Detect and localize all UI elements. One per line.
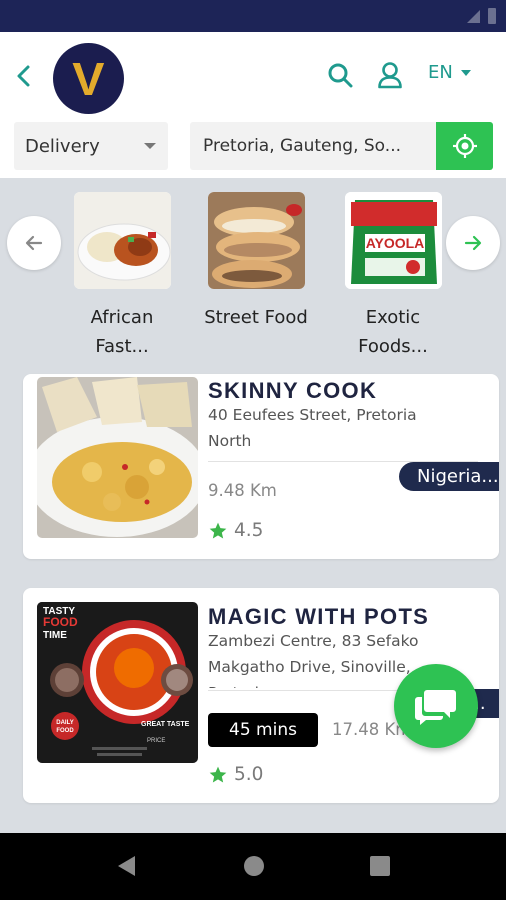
- restaurant-address: 40 Eeufees Street, Pretoria North: [208, 406, 417, 450]
- app-logo: V: [53, 43, 124, 114]
- svg-text:FOOD: FOOD: [56, 728, 74, 734]
- restaurant-image: TASTY FOOD TIME DAILY FOOD GREAT TASTE P…: [37, 602, 198, 763]
- caret-down-icon: [460, 69, 471, 76]
- package-brand: AYOOLA: [365, 235, 424, 251]
- nav-recents-button[interactable]: [367, 853, 393, 879]
- nav-home-icon: [244, 856, 264, 876]
- svg-text:TIME: TIME: [43, 630, 67, 641]
- svg-text:GREAT TASTE: GREAT TASTE: [141, 721, 190, 728]
- category-label: Street Food: [204, 307, 308, 328]
- system-nav-bar: [0, 833, 506, 900]
- battery-icon: [488, 8, 496, 24]
- order-mode-value: Delivery: [25, 135, 100, 157]
- search-button[interactable]: [325, 60, 355, 90]
- location-value: Pretoria, Gauteng, So...: [203, 136, 401, 156]
- svg-text:DAILY: DAILY: [56, 720, 73, 726]
- back-arrow-icon: [17, 65, 30, 87]
- arrow-left-icon: [25, 235, 43, 251]
- svg-text:FOOD: FOOD: [43, 615, 78, 629]
- restaurant-card[interactable]: SKINNY COOK 40 Eeufees Street, Pretoria …: [23, 374, 499, 559]
- svg-text:PRICE: PRICE: [147, 738, 165, 744]
- language-selector[interactable]: EN: [428, 62, 471, 83]
- profile-button[interactable]: [375, 60, 405, 90]
- category-image: [207, 192, 305, 289]
- status-bar: [0, 0, 506, 32]
- order-mode-select[interactable]: Delivery: [14, 122, 168, 170]
- chat-button[interactable]: [394, 664, 478, 748]
- location-target-icon: [452, 134, 477, 158]
- arrow-right-icon: [464, 235, 482, 251]
- signal-icon: [467, 10, 480, 23]
- top-panel: V EN Delivery Pretoria, Gauteng, So...: [0, 32, 506, 178]
- nav-recents-icon: [370, 856, 390, 876]
- cuisine-tag: Nigeria...: [399, 462, 499, 491]
- back-button[interactable]: [10, 58, 38, 94]
- caret-down-icon: [144, 143, 156, 149]
- current-location-button[interactable]: [436, 122, 493, 170]
- delivery-time-badge: 45 mins: [208, 713, 318, 747]
- restaurant-rating: 4.5: [208, 520, 263, 541]
- nav-back-icon: [118, 856, 135, 876]
- user-icon: [378, 62, 402, 89]
- restaurant-distance: 9.48 Km: [208, 481, 277, 500]
- restaurant-image: [37, 377, 198, 538]
- logo-letter: V: [72, 52, 105, 105]
- category-item-exotic-foods[interactable]: AYOOLA Exotic Foods...: [323, 192, 463, 361]
- restaurant-name: SKINNY COOK: [208, 378, 378, 403]
- category-next-button[interactable]: [446, 216, 500, 270]
- location-input[interactable]: Pretoria, Gauteng, So...: [190, 122, 436, 170]
- search-icon: [328, 63, 353, 88]
- star-icon: [209, 766, 227, 782]
- category-label: Exotic Foods...: [358, 307, 428, 357]
- restaurant-rating: 5.0: [208, 764, 263, 785]
- chat-icon: [415, 690, 456, 725]
- category-image: [73, 192, 171, 289]
- nav-home-button[interactable]: [241, 853, 267, 879]
- star-icon: [209, 522, 227, 538]
- category-label: African Fast...: [90, 307, 154, 357]
- category-item-african-fast[interactable]: African Fast...: [52, 192, 192, 361]
- nav-back-button[interactable]: [113, 853, 139, 879]
- language-label: EN: [428, 62, 453, 83]
- category-item-street-food[interactable]: Street Food: [186, 192, 326, 332]
- category-image: AYOOLA: [344, 192, 442, 289]
- restaurant-name: MAGIC WITH POTS: [208, 604, 430, 629]
